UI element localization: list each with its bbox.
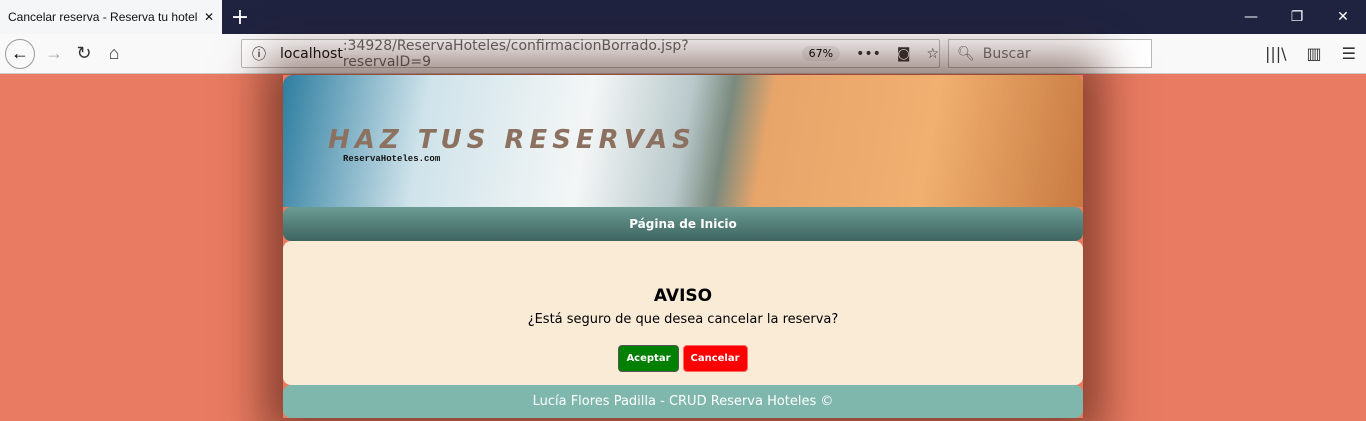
banner-image: HAZ TUS RESERVAS ReservaHoteles.com <box>283 75 1083 207</box>
restore-icon[interactable]: ❐ <box>1274 0 1320 34</box>
home-link[interactable]: Página de Inicio <box>629 217 737 231</box>
banner-title: HAZ TUS RESERVAS <box>328 125 696 155</box>
bookmark-star-icon[interactable]: ☆ <box>926 46 939 62</box>
url-path: :34928/ReservaHoteles/confirmacionBorrad… <box>342 37 689 70</box>
info-icon[interactable]: ⓘ <box>252 44 266 64</box>
search-placeholder: Buscar <box>982 45 1031 62</box>
search-input[interactable]: 🔍︎ Buscar <box>948 39 1152 68</box>
browser-tab[interactable]: Cancelar reserva - Reserva tu hotel ✕ <box>0 0 222 34</box>
accept-button[interactable]: Aceptar <box>618 345 679 372</box>
home-icon[interactable]: ⌂ <box>99 43 129 64</box>
menu-icon[interactable]: ☰ <box>1342 44 1356 63</box>
footer: Lucía Flores Padilla - CRUD Reserva Hote… <box>283 385 1083 418</box>
back-icon[interactable]: ← <box>5 38 35 69</box>
tab-bar: Cancelar reserva - Reserva tu hotel ✕ + —… <box>0 0 1366 34</box>
dialog-message: ¿Está seguro de que desea cancelar la re… <box>527 312 839 327</box>
zoom-badge[interactable]: 67% <box>801 46 841 61</box>
forward-icon[interactable]: → <box>39 43 69 64</box>
url-host: localhost <box>280 45 343 62</box>
tab-title: Cancelar reserva - Reserva tu hotel <box>8 10 198 24</box>
reload-icon[interactable]: ↻ <box>69 43 99 64</box>
sidebar-icon[interactable]: ▥ <box>1307 44 1322 63</box>
banner-subtitle: ReservaHoteles.com <box>343 154 441 164</box>
new-tab-icon[interactable]: + <box>222 0 258 34</box>
pocket-icon[interactable]: ◙ <box>897 46 911 62</box>
page-container: HAZ TUS RESERVAS ReservaHoteles.com Pági… <box>283 75 1083 418</box>
url-bar[interactable]: ⓘ localhost:34928/ReservaHoteles/confirm… <box>241 37 940 70</box>
more-icon[interactable]: ••• <box>856 46 881 62</box>
confirm-dialog: AVISO ¿Está seguro de que desea cancelar… <box>283 241 1083 385</box>
dialog-title: AVISO <box>653 286 713 306</box>
close-window-icon[interactable]: ✕ <box>1320 0 1366 34</box>
minimize-icon[interactable]: — <box>1228 0 1274 34</box>
close-tab-icon[interactable]: ✕ <box>204 10 214 24</box>
footer-text: Lucía Flores Padilla - CRUD Reserva Hote… <box>532 394 834 409</box>
menu-bar: Página de Inicio <box>283 207 1083 241</box>
library-icon[interactable]: |||\ <box>1265 44 1287 63</box>
cancel-button[interactable]: Cancelar <box>682 345 748 372</box>
search-icon: 🔍︎ <box>957 45 975 62</box>
